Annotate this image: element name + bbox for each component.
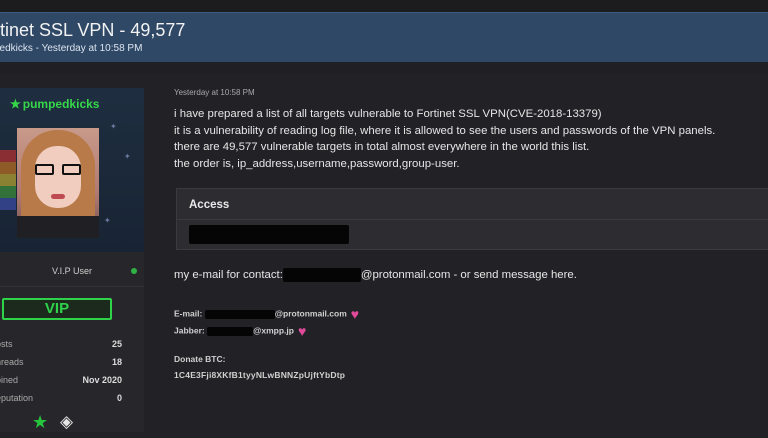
post-date[interactable]: Yesterday at 10:58 PM	[174, 88, 255, 97]
jabber-label: Jabber:	[174, 325, 205, 336]
access-title: Access	[189, 199, 230, 211]
star-icon[interactable]: ★	[32, 412, 48, 433]
sparkle-icon: ✦	[104, 216, 111, 225]
redacted-email	[282, 268, 361, 282]
user-sidebar: ★pumpedkicks ✦ ✦ ✦ V.I.P User VIP osts 2…	[0, 88, 144, 432]
avatar[interactable]	[17, 128, 99, 238]
heart-icon: ♥	[350, 306, 360, 322]
top-bar	[0, 0, 768, 12]
jabber-line: Jabber: @xmpp.jp ♥	[174, 323, 306, 339]
username-text: pumpedkicks	[22, 97, 100, 111]
banner-decoration	[0, 150, 16, 210]
divider	[177, 219, 768, 220]
stat-posts: osts 25	[0, 336, 144, 354]
stat-label: oined	[0, 375, 19, 385]
email-suffix: @protonmail.com	[274, 308, 347, 319]
stat-label: hreads	[0, 357, 24, 367]
diamond-icon[interactable]: ◈	[60, 412, 73, 432]
contact-line: my e-mail for contact: @protonmail.com - …	[174, 268, 577, 282]
stat-joined: oined Nov 2020	[0, 372, 144, 390]
thread-subtitle[interactable]: pedkicks - Yesterday at 10:58 PM	[0, 43, 142, 54]
redacted-email	[204, 309, 275, 319]
stat-label: eputation	[0, 393, 34, 403]
sparkle-icon: ✦	[110, 122, 117, 131]
username-link[interactable]: ★ pumpedkicks	[10, 97, 99, 111]
post-line: it is a vulnerability of reading log fil…	[174, 124, 716, 137]
post-line: there are 49,577 vulnerable targets in t…	[174, 141, 590, 153]
post-line: i have prepared a list of all targets vu…	[174, 108, 602, 120]
stat-value: 0	[116, 393, 122, 403]
email-line: E-mail: @protonmail.com ♥	[174, 306, 359, 322]
heart-icon: ♥	[297, 323, 307, 339]
star-icon: ★	[10, 97, 21, 111]
header-separator	[0, 62, 768, 74]
email-label: E-mail:	[174, 308, 203, 319]
user-stats: osts 25 hreads 18 oined Nov 2020 eputati…	[0, 336, 144, 408]
btc-label: Donate BTC:	[174, 354, 226, 364]
post-body: i have prepared a list of all targets vu…	[174, 106, 768, 172]
user-role-row: V.I.P User	[0, 258, 144, 278]
user-awards: ★ ◈	[0, 412, 144, 438]
thread-header: rtinet SSL VPN - 49,577 pedkicks - Yeste…	[0, 12, 768, 63]
access-block: Access	[176, 188, 768, 250]
avatar-lips	[51, 194, 65, 199]
stat-reputation: eputation 0	[0, 390, 144, 408]
online-status-icon	[131, 268, 137, 274]
avatar-glasses	[35, 164, 81, 176]
thread-title: rtinet SSL VPN - 49,577	[0, 20, 186, 40]
user-role: V.I.P User	[51, 266, 93, 276]
vip-badge: VIP	[2, 298, 112, 320]
stat-value: 18	[111, 357, 122, 367]
divider	[0, 286, 144, 287]
stat-threads: hreads 18	[0, 354, 144, 372]
user-card: ★ pumpedkicks ✦ ✦ ✦	[0, 88, 144, 252]
contact-prefix: my e-mail for contact:	[174, 269, 283, 282]
sparkle-icon: ✦	[124, 152, 131, 161]
avatar-shirt	[17, 216, 99, 238]
post-line: the order is, ip_address,username,passwo…	[174, 157, 460, 170]
btc-address[interactable]: 1C4E3Fji8XKfB1tyyNLwBNNZpUjftYbDtp	[174, 370, 345, 380]
redacted-content	[189, 225, 349, 244]
redacted-jabber	[207, 326, 254, 336]
contact-suffix: @protonmail.com - or send message here.	[360, 269, 577, 282]
stat-value: 25	[111, 339, 122, 349]
jabber-suffix: @xmpp.jp	[253, 325, 294, 336]
stat-label: osts	[0, 339, 13, 349]
stat-value: Nov 2020	[82, 375, 122, 385]
